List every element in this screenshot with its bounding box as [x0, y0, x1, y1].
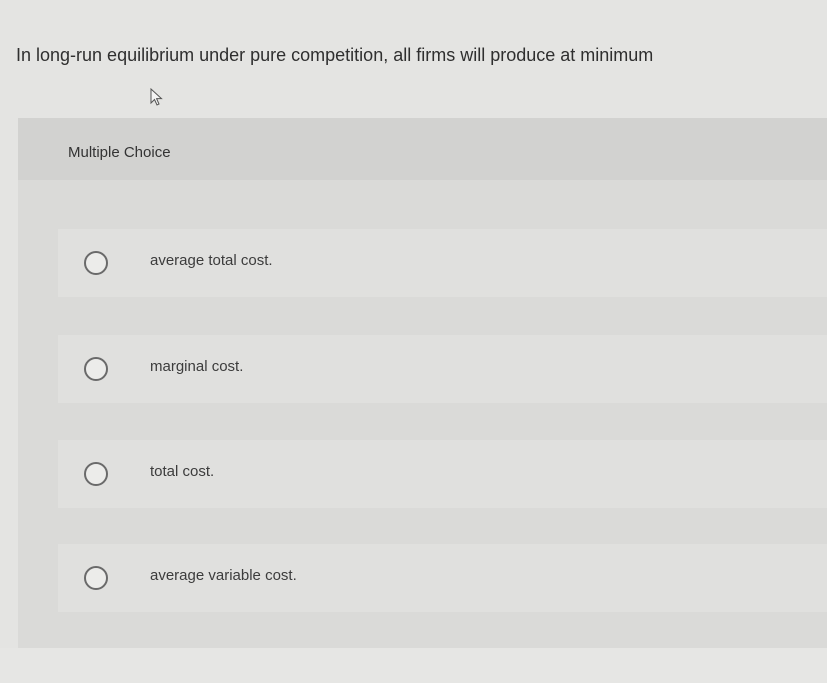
- option-average-variable-cost[interactable]: average variable cost.: [58, 544, 827, 612]
- question-text: In long-run equilibrium under pure compe…: [16, 45, 654, 65]
- radio-button-icon[interactable]: [84, 357, 108, 381]
- radio-button-icon[interactable]: [84, 462, 108, 486]
- mouse-pointer-icon: [150, 88, 163, 106]
- option-total-cost[interactable]: total cost.: [58, 440, 827, 508]
- option-label: average variable cost.: [150, 567, 297, 584]
- option-marginal-cost[interactable]: marginal cost.: [58, 335, 827, 403]
- option-label: total cost.: [150, 463, 215, 480]
- option-label: average total cost.: [150, 252, 273, 269]
- radio-button-icon[interactable]: [84, 566, 108, 590]
- option-average-total-cost[interactable]: average total cost.: [58, 229, 827, 297]
- radio-button-icon[interactable]: [84, 251, 108, 275]
- answer-panel: Multiple Choice average total cost. marg…: [18, 118, 827, 648]
- option-label: marginal cost.: [150, 358, 244, 375]
- page-bottom-strip: [0, 648, 827, 683]
- question-type-label: Multiple Choice: [68, 144, 171, 161]
- question-type-header: Multiple Choice: [18, 118, 827, 180]
